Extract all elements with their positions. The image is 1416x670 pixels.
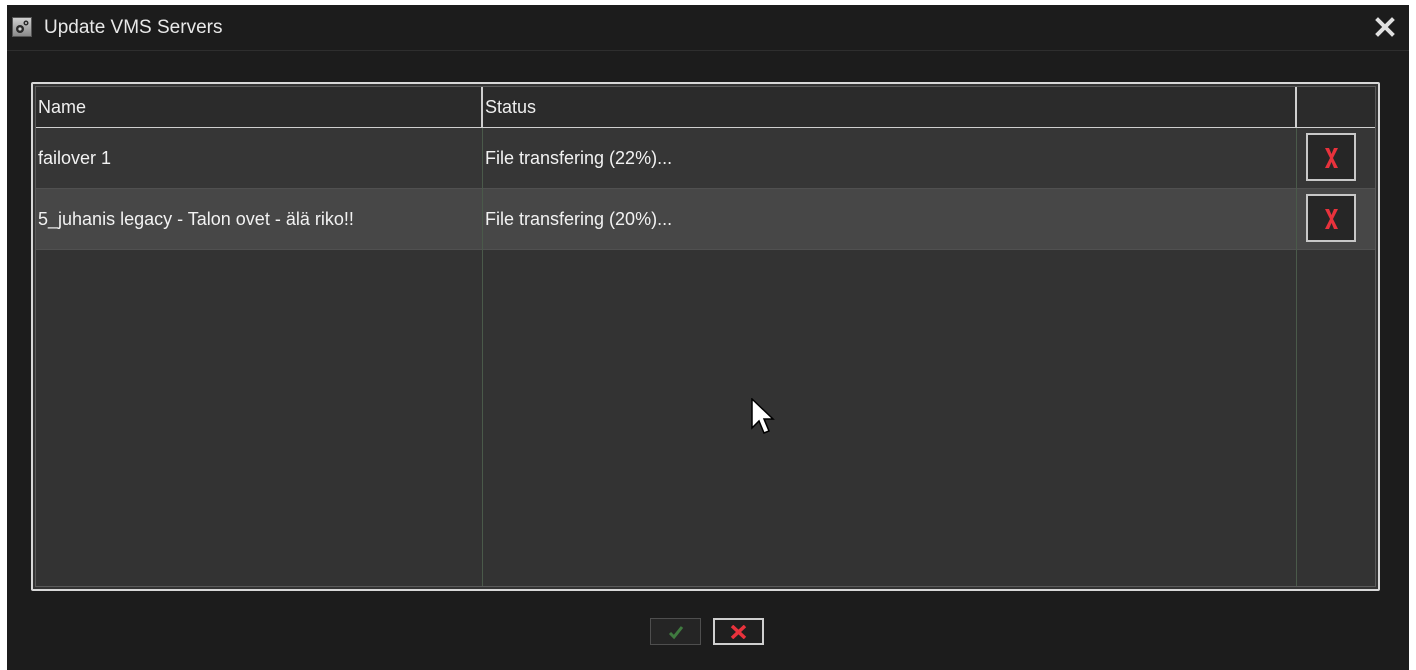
mouse-cursor-icon xyxy=(751,397,775,438)
remove-server-button[interactable] xyxy=(1306,133,1356,181)
table-body: Name Status failover 1 File transfering … xyxy=(35,86,1376,587)
close-icon[interactable] xyxy=(1375,17,1395,37)
column-header-name[interactable]: Name xyxy=(36,87,483,127)
checkmark-icon xyxy=(668,626,684,640)
server-status-cell: File transfering (20%)... xyxy=(485,209,673,229)
cancel-button[interactable] xyxy=(713,618,764,645)
server-name-cell: 5_juhanis legacy - Talon ovet - älä riko… xyxy=(38,209,354,229)
window-title: Update VMS Servers xyxy=(44,17,223,38)
table-row[interactable]: failover 1 File transfering (22%)... xyxy=(36,128,1375,189)
column-divider xyxy=(1296,128,1297,586)
table-row[interactable]: 5_juhanis legacy - Talon ovet - älä riko… xyxy=(36,189,1375,250)
red-x-icon xyxy=(730,625,747,639)
column-header-status[interactable]: Status xyxy=(483,87,1297,127)
servers-table: Name Status failover 1 File transfering … xyxy=(31,82,1380,591)
gear-icon xyxy=(12,17,32,37)
ok-button[interactable] xyxy=(650,618,701,645)
server-name-cell: failover 1 xyxy=(38,148,112,168)
column-divider xyxy=(482,128,483,586)
red-x-icon xyxy=(1325,209,1338,229)
title-bar[interactable]: Update VMS Servers xyxy=(7,5,1409,51)
red-x-icon xyxy=(1325,148,1338,168)
column-header-actions xyxy=(1297,87,1375,127)
update-vms-servers-dialog: Update VMS Servers Name Status failover … xyxy=(7,5,1409,670)
server-status-cell: File transfering (22%)... xyxy=(485,148,673,168)
remove-server-button[interactable] xyxy=(1306,194,1356,242)
table-header: Name Status xyxy=(36,87,1375,128)
